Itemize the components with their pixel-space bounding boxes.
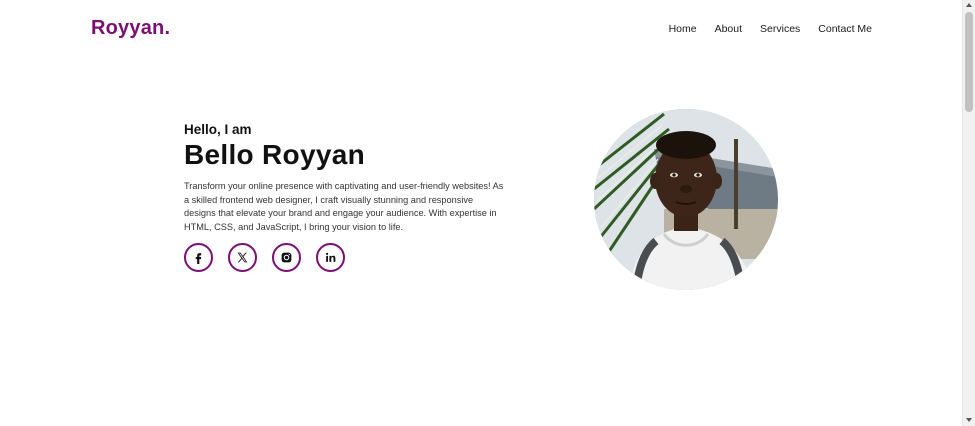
linkedin-link[interactable] <box>316 242 345 272</box>
hero-description: Transform your online presence with capt… <box>184 181 504 233</box>
hero-greeting: Hello, I am <box>184 122 252 137</box>
main-nav: Home About Services Contact Me <box>669 23 872 35</box>
hero-section: Hello, I am Bello Royyan Transform your … <box>184 122 514 272</box>
profile-photo <box>594 109 778 290</box>
hero-name: Bello Royyan <box>184 139 365 170</box>
scroll-down-arrow-icon[interactable] <box>966 418 972 422</box>
nav-about[interactable]: About <box>715 23 742 35</box>
x-icon <box>237 252 248 263</box>
scroll-thumb[interactable] <box>965 12 973 112</box>
instagram-link[interactable] <box>272 242 301 272</box>
portrait-image <box>594 109 778 290</box>
instagram-icon <box>281 252 292 263</box>
linkedin-icon <box>326 252 336 262</box>
vertical-scrollbar[interactable] <box>962 0 975 426</box>
social-links <box>184 242 514 272</box>
nav-contact-me[interactable]: Contact Me <box>818 23 872 35</box>
page: Royyan. Home About Services Contact Me H… <box>0 0 962 426</box>
logo[interactable]: Royyan. <box>91 17 170 40</box>
x-link[interactable] <box>228 242 257 272</box>
scroll-up-arrow-icon[interactable] <box>966 3 972 7</box>
facebook-icon <box>195 252 202 264</box>
nav-services[interactable]: Services <box>760 23 800 35</box>
nav-home[interactable]: Home <box>669 23 697 35</box>
facebook-link[interactable] <box>184 242 213 272</box>
